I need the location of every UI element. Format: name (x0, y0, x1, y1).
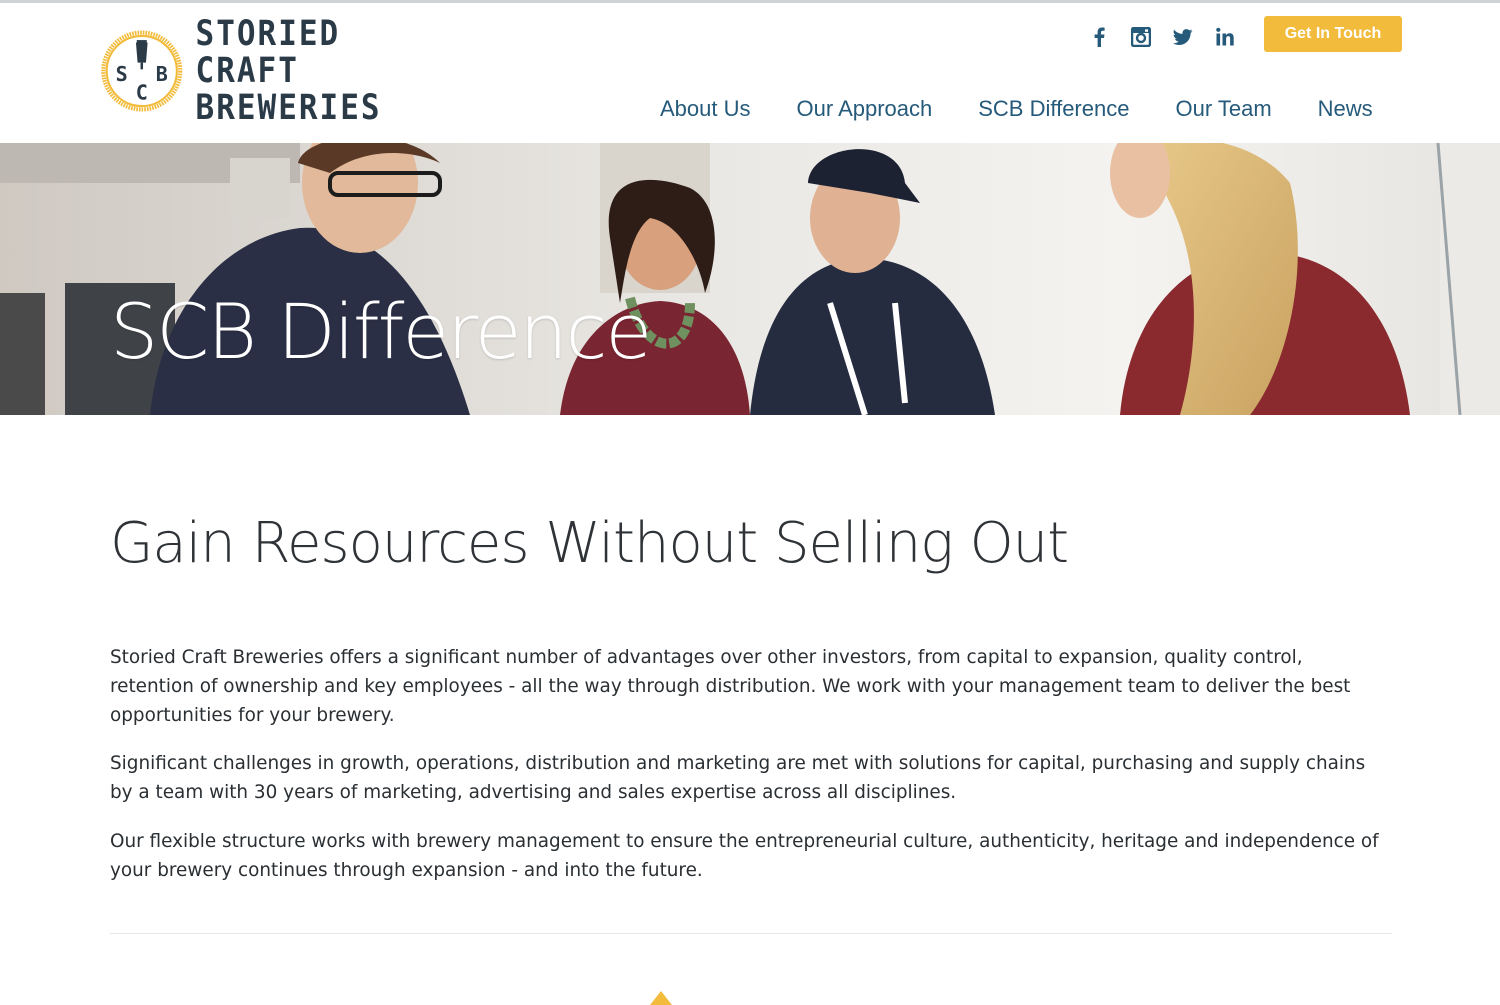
hero-title: SCB Difference (110, 287, 652, 376)
site-logo[interactable]: S C B STORIED CRAFT BREWERIES (100, 15, 420, 126)
body-paragraph-3: Our flexible structure works with brewer… (110, 831, 1379, 881)
hero-banner: SCB Difference (0, 143, 1500, 415)
nav-item-scb-difference[interactable]: SCB Difference (978, 96, 1129, 122)
logo-wordmark-line2: BREWERIES (195, 87, 382, 128)
logo-wordmark-line1: STORIED CRAFT (195, 13, 341, 91)
diamond-marker-icon (650, 991, 672, 1005)
nav-item-our-approach[interactable]: Our Approach (797, 96, 933, 122)
get-in-touch-button[interactable]: Get In Touch (1264, 16, 1402, 52)
section-divider (110, 933, 1392, 934)
site-header: S C B STORIED CRAFT BREWERIES Get In Tou… (0, 3, 1500, 143)
instagram-icon[interactable] (1130, 23, 1152, 51)
linkedin-icon[interactable] (1214, 23, 1236, 51)
nav-item-news[interactable]: News (1318, 96, 1373, 122)
twitter-icon[interactable] (1172, 23, 1194, 51)
body-paragraph-2: Significant challenges in growth, operat… (110, 753, 1366, 803)
main-nav: About Us Our Approach SCB Difference Our… (660, 96, 1373, 122)
logo-seal-icon: S C B (101, 30, 183, 112)
body-paragraph-1: Storied Craft Breweries offers a signifi… (110, 647, 1351, 726)
svg-text:B: B (156, 62, 168, 86)
page-headline: Gain Resources Without Selling Out (110, 511, 1069, 576)
svg-text:S: S (116, 62, 128, 86)
logo-wordmark: STORIED CRAFT BREWERIES (195, 13, 420, 128)
nav-item-about-us[interactable]: About Us (660, 96, 751, 122)
facebook-icon[interactable] (1088, 23, 1110, 51)
svg-text:C: C (136, 80, 148, 104)
social-links (1088, 23, 1236, 51)
nav-item-our-team[interactable]: Our Team (1175, 96, 1271, 122)
